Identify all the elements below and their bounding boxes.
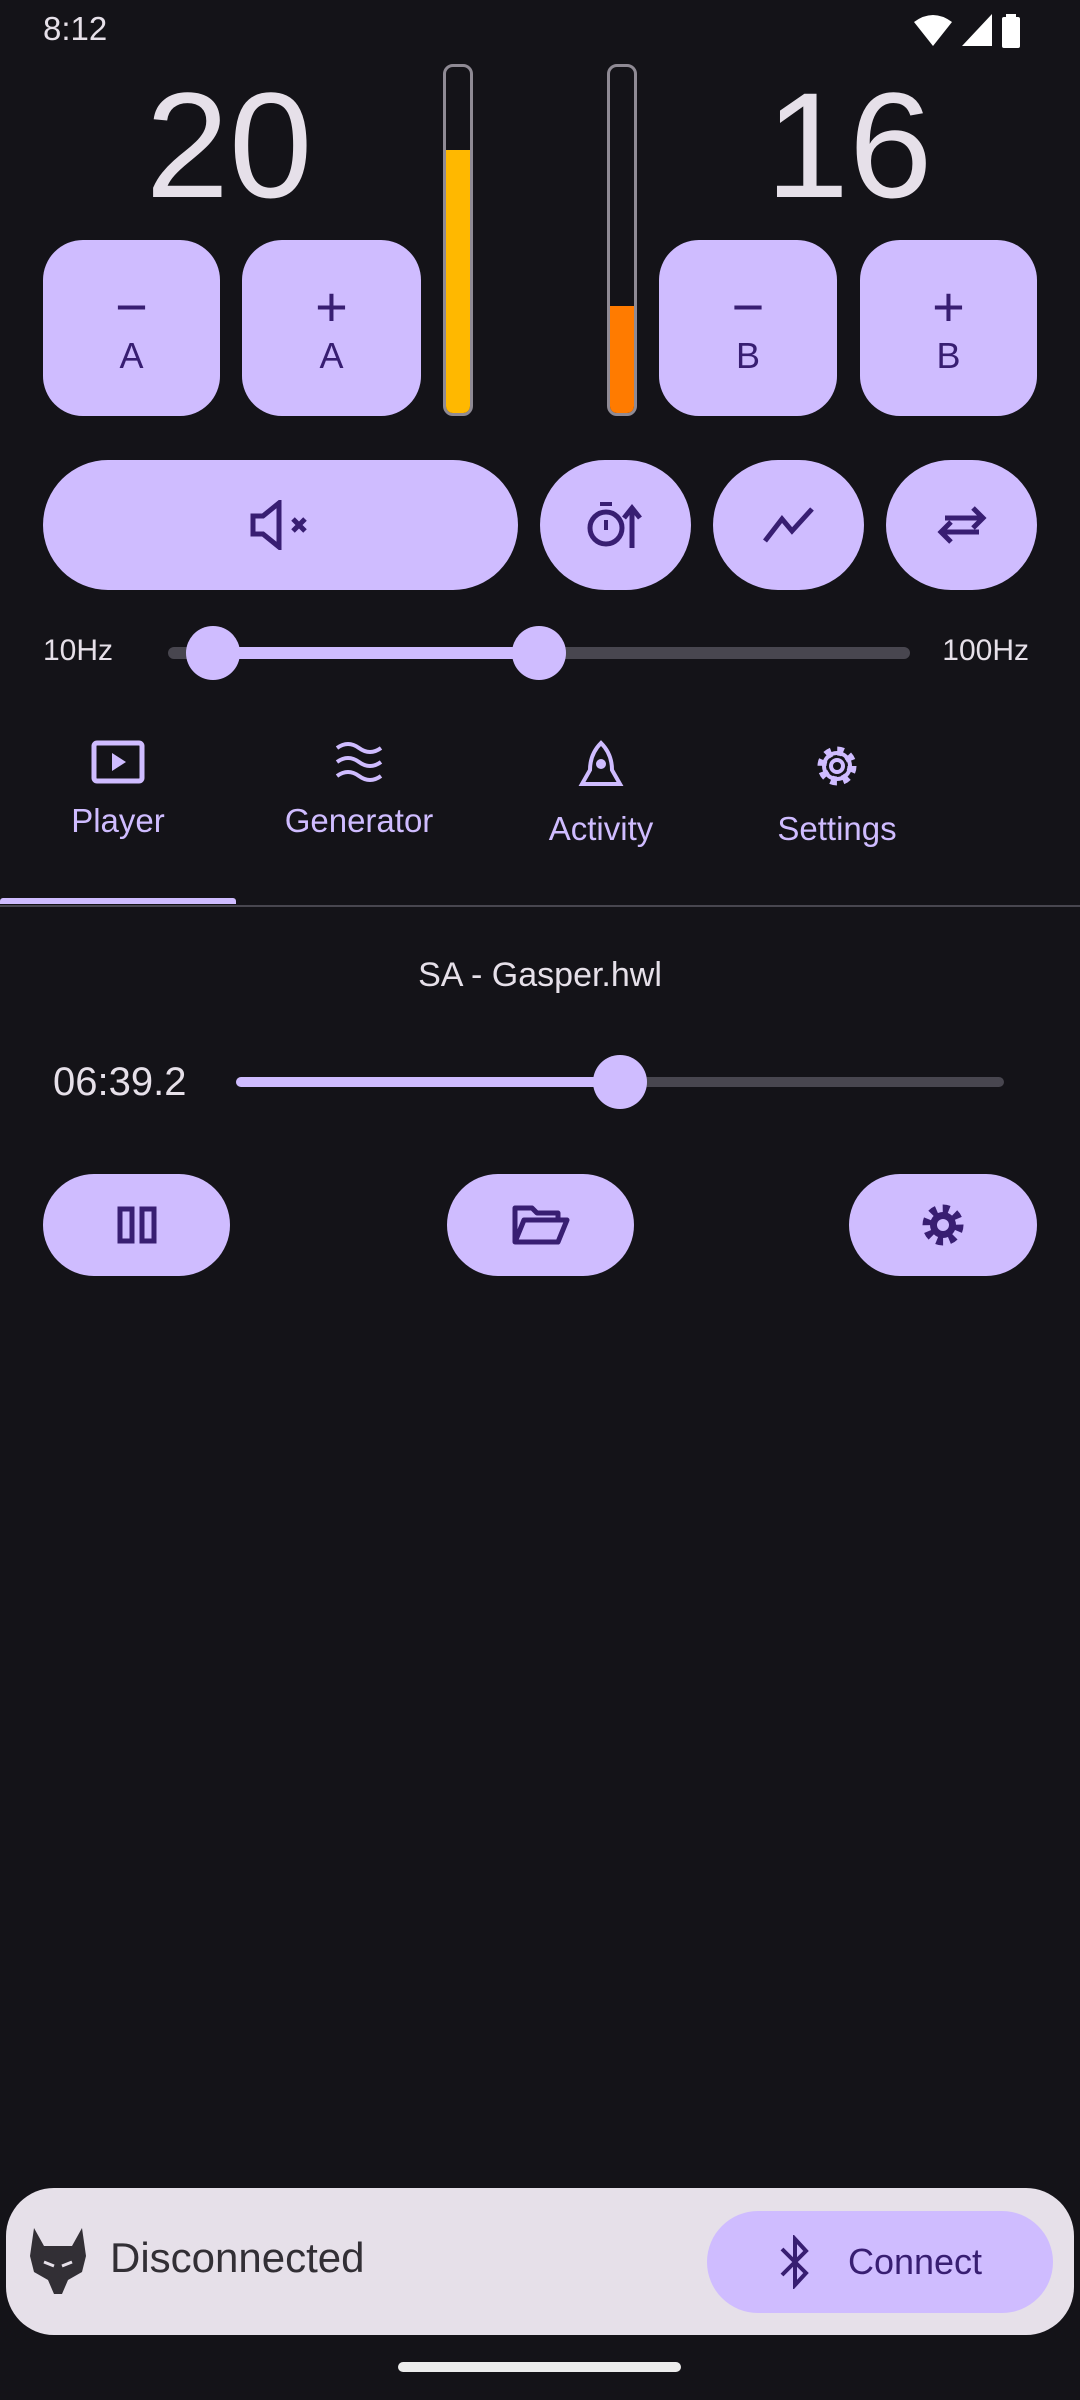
tab-activity[interactable]: Activity: [483, 740, 719, 848]
pause-icon: [117, 1206, 156, 1244]
swap-button[interactable]: [886, 460, 1037, 590]
player-settings-button[interactable]: [849, 1174, 1037, 1276]
battery-icon: [1002, 14, 1020, 48]
waves-icon: [335, 742, 383, 782]
file-name: SA - Gasper.hwl: [418, 956, 662, 994]
rocket-icon: [578, 740, 624, 786]
minus-icon: −: [731, 275, 765, 338]
trending-icon: [762, 507, 814, 543]
freq-max-label: 100Hz: [942, 634, 1029, 667]
connection-bar: Disconnected Connect: [6, 2188, 1074, 2335]
tab-divider: [0, 905, 1080, 907]
status-icons: [914, 14, 1020, 48]
freq-low-thumb[interactable]: [185, 626, 240, 680]
freq-high-thumb[interactable]: [512, 626, 566, 680]
tab-player[interactable]: Player: [0, 740, 236, 840]
decrease-b-button[interactable]: − B: [659, 240, 837, 416]
freq-min-label: 10Hz: [43, 634, 114, 667]
channel-b-meter: [607, 64, 637, 416]
playback-progress: [236, 1077, 620, 1087]
minus-icon: −: [115, 275, 148, 338]
channel-b-value: 16: [765, 61, 933, 229]
gesture-handle[interactable]: [398, 2362, 681, 2372]
mute-button[interactable]: [43, 460, 518, 590]
timer-up-icon: [587, 502, 642, 548]
channel-a-meter: [443, 64, 473, 416]
play-icon: [91, 740, 145, 784]
folder-open-icon: [512, 1205, 569, 1245]
increase-a-button[interactable]: + A: [242, 240, 421, 416]
tab-generator[interactable]: Generator: [241, 740, 477, 840]
gear-icon: [817, 746, 857, 786]
playback-time: 06:39.2: [53, 1060, 187, 1104]
wolf-logo-icon: [30, 2228, 86, 2294]
trend-button[interactable]: [713, 460, 864, 590]
signal-icon: [962, 14, 992, 46]
pause-button[interactable]: [43, 1174, 230, 1276]
plus-icon: +: [315, 275, 348, 338]
plus-icon: +: [932, 275, 965, 338]
increase-b-button[interactable]: + B: [860, 240, 1037, 416]
channel-b-level: [610, 305, 634, 413]
status-time: 8:12: [43, 10, 108, 47]
wifi-icon: [914, 15, 952, 46]
channel-a-level: [446, 150, 470, 413]
channel-a-value: 20: [145, 61, 313, 229]
playback-thumb[interactable]: [593, 1055, 647, 1109]
frequency-range-active: [212, 647, 539, 659]
swap-icon: [936, 506, 987, 544]
decrease-a-button[interactable]: − A: [43, 240, 220, 416]
connection-status: Disconnected: [110, 2234, 365, 2281]
bluetooth-icon: [780, 2235, 809, 2289]
gear-icon: [922, 1204, 964, 1246]
timer-button[interactable]: [540, 460, 691, 590]
open-file-button[interactable]: [447, 1174, 634, 1276]
tab-settings[interactable]: Settings: [719, 740, 955, 848]
connect-button[interactable]: Connect: [707, 2211, 1053, 2313]
tab-indicator: [0, 898, 236, 904]
volume-mute-icon: [250, 500, 307, 550]
